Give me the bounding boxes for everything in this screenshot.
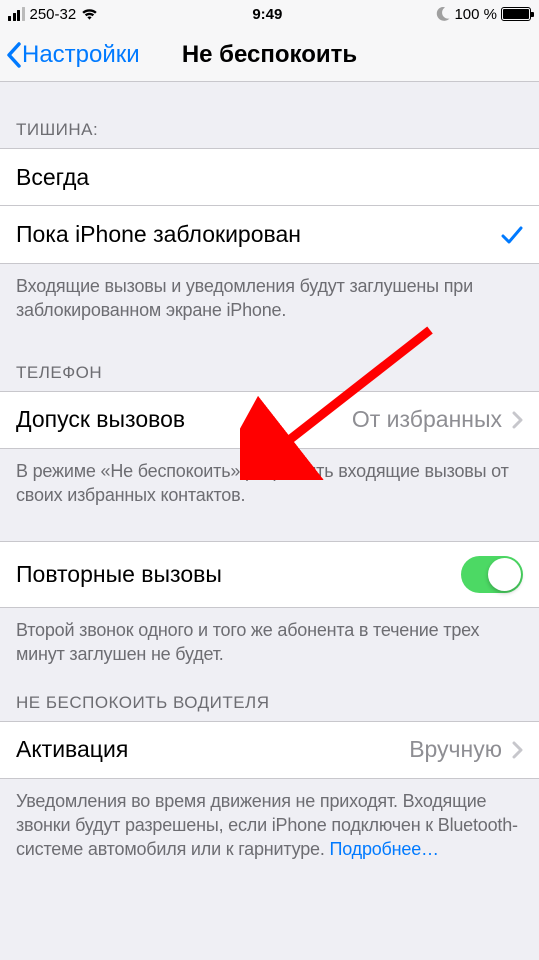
status-left: 250-32	[8, 6, 98, 23]
signal-icon	[8, 7, 25, 21]
driving-activate-label: Активация	[16, 736, 128, 763]
silence-always-label: Всегда	[16, 164, 89, 191]
silence-while-locked-label: Пока iPhone заблокирован	[16, 221, 301, 248]
battery-text: 100 %	[454, 6, 497, 23]
silence-while-locked-cell[interactable]: Пока iPhone заблокирован	[0, 206, 539, 264]
page-title: Не беспокоить	[182, 41, 357, 69]
silence-always-cell[interactable]: Всегда	[0, 148, 539, 206]
driving-footer: Уведомления во время движения не приходя…	[0, 779, 539, 878]
repeated-calls-cell[interactable]: Повторные вызовы	[0, 541, 539, 608]
driving-footer-text: Уведомления во время движения не приходя…	[16, 791, 518, 860]
repeated-calls-footer: Второй звонок одного и того же абонента …	[0, 608, 539, 683]
checkmark-icon	[501, 224, 523, 246]
section-header-phone: ТЕЛЕФОН	[0, 339, 539, 391]
chevron-right-icon	[512, 741, 523, 759]
moon-icon	[436, 7, 450, 21]
back-label: Настройки	[22, 41, 140, 69]
silence-footer: Входящие вызовы и уведомления будут загл…	[0, 264, 539, 339]
status-bar: 250-32 9:49 100 %	[0, 0, 539, 28]
nav-bar: Настройки Не беспокоить	[0, 28, 539, 82]
section-header-silence: ТИШИНА:	[0, 82, 539, 148]
allow-calls-cell[interactable]: Допуск вызовов От избранных	[0, 391, 539, 449]
battery-icon	[501, 7, 531, 21]
section-header-driving: НЕ БЕСПОКОИТЬ ВОДИТЕЛЯ	[0, 683, 539, 721]
driving-activate-cell[interactable]: Активация Вручную	[0, 721, 539, 779]
repeated-calls-label: Повторные вызовы	[16, 561, 222, 588]
allow-calls-footer: В режиме «Не беспокоить» разрешить входя…	[0, 449, 539, 524]
repeated-calls-toggle[interactable]	[461, 556, 523, 593]
allow-calls-value: От избранных	[352, 406, 502, 433]
carrier-label: 250-32	[30, 6, 77, 23]
status-right: 100 %	[436, 6, 531, 23]
allow-calls-label: Допуск вызовов	[16, 406, 185, 433]
wifi-icon	[81, 8, 98, 21]
back-button[interactable]: Настройки	[6, 41, 140, 69]
chevron-right-icon	[512, 411, 523, 429]
clock: 9:49	[252, 6, 282, 23]
driving-activate-value: Вручную	[409, 736, 502, 763]
chevron-left-icon	[6, 42, 22, 68]
learn-more-link[interactable]: Подробнее…	[329, 839, 438, 859]
